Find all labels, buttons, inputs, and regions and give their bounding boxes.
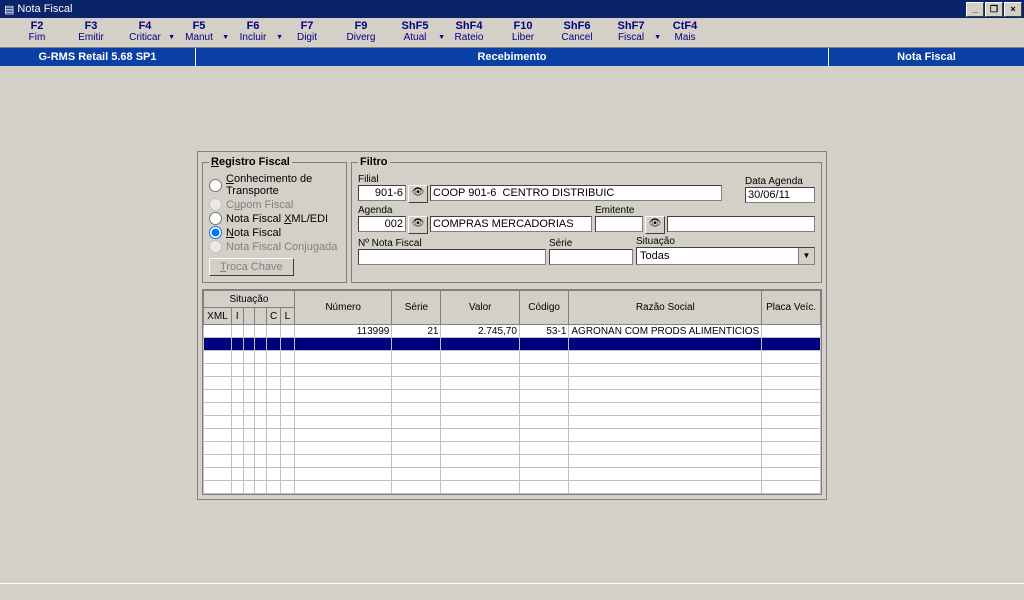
- table-row[interactable]: [204, 390, 821, 403]
- table-row[interactable]: [204, 455, 821, 468]
- restore-button[interactable]: ❐: [985, 2, 1003, 17]
- col-serie[interactable]: Série: [392, 291, 441, 325]
- table-row[interactable]: [204, 377, 821, 390]
- minimize-button[interactable]: _: [966, 2, 984, 17]
- col-valor[interactable]: Valor: [441, 291, 519, 325]
- emitente-label: Emitente: [595, 205, 815, 216]
- col-l[interactable]: L: [281, 308, 295, 325]
- registro-label-3: Nota Fiscal: [226, 227, 281, 239]
- situacao-label: Situação: [636, 236, 815, 247]
- emitente-lookup-icon[interactable]: 👁: [645, 216, 665, 234]
- col-xml[interactable]: XML: [204, 308, 232, 325]
- toolbar-fiscal[interactable]: ShF7Fiscal▼: [604, 20, 658, 43]
- bluebar-right: Nota Fiscal: [829, 48, 1024, 66]
- registro-label-1: Cupom Fiscal: [226, 199, 293, 211]
- registro-radio-3[interactable]: [209, 226, 222, 239]
- table-row[interactable]: [204, 338, 821, 351]
- table-row[interactable]: 113999212.745,7053-1AGRONAN COM PRODS AL…: [204, 325, 821, 338]
- registro-option-0[interactable]: Conhecimento de Transporte: [209, 173, 340, 197]
- toolbar-liber[interactable]: F10Liber: [496, 20, 550, 43]
- serie-input[interactable]: [549, 249, 633, 265]
- filtro-legend: Filtro: [358, 156, 390, 168]
- table-row[interactable]: [204, 442, 821, 455]
- col-situacao[interactable]: Situação: [204, 291, 295, 308]
- col-b2[interactable]: [255, 308, 267, 325]
- registro-label-2: Nota Fiscal XML/EDI: [226, 213, 328, 225]
- emitente-code-input[interactable]: [595, 216, 643, 232]
- table-row[interactable]: [204, 468, 821, 481]
- toolbar-emitir[interactable]: F3Emitir: [64, 20, 118, 43]
- col-numero[interactable]: Número: [294, 291, 392, 325]
- col-razao[interactable]: Razão Social: [569, 291, 762, 325]
- filial-desc-input[interactable]: [430, 185, 722, 201]
- bluebar-left: G-RMS Retail 5.68 SP1: [0, 48, 196, 66]
- registro-radio-0[interactable]: [209, 179, 222, 192]
- serie-label: Série: [549, 238, 633, 249]
- registro-radio-2[interactable]: [209, 212, 222, 225]
- registro-fiscal-group: Registro Fiscal Conhecimento de Transpor…: [202, 156, 347, 283]
- col-codigo[interactable]: Código: [519, 291, 568, 325]
- chevron-down-icon: ▼: [798, 248, 814, 264]
- registro-option-2[interactable]: Nota Fiscal XML/EDI: [209, 212, 340, 225]
- agenda-desc-input[interactable]: [430, 216, 592, 232]
- toolbar: F2FimF3EmitirF4Criticar▼F5Manut▼F6Inclui…: [0, 18, 1024, 48]
- main-panel: Registro Fiscal Conhecimento de Transpor…: [197, 151, 827, 500]
- toolbar-mais[interactable]: CtF4Mais: [658, 20, 712, 43]
- numnota-input[interactable]: [358, 249, 546, 265]
- registro-option-4: Nota Fiscal Conjugada: [209, 240, 340, 253]
- toolbar-cancel[interactable]: ShF6Cancel: [550, 20, 604, 43]
- emitente-desc-input[interactable]: [667, 216, 815, 232]
- dataagenda-input[interactable]: [745, 187, 815, 203]
- dataagenda-label: Data Agenda: [745, 176, 815, 187]
- table-row[interactable]: [204, 351, 821, 364]
- titlebar: ▤ Nota Fiscal _ ❐ ×: [0, 0, 1024, 18]
- bluebar: G-RMS Retail 5.68 SP1 Recebimento Nota F…: [0, 48, 1024, 66]
- table-row[interactable]: [204, 416, 821, 429]
- col-i[interactable]: I: [231, 308, 243, 325]
- title: Nota Fiscal: [17, 3, 72, 15]
- toolbar-atual[interactable]: ShF5Atual▼: [388, 20, 442, 43]
- col-b1[interactable]: [243, 308, 255, 325]
- close-button[interactable]: ×: [1004, 2, 1022, 17]
- table-row[interactable]: [204, 429, 821, 442]
- situacao-select[interactable]: Todas ▼: [636, 247, 815, 265]
- registro-legend: Registro Fiscal: [209, 156, 292, 168]
- filtro-group: Filtro Filial 👁 Data Agenda: [351, 156, 822, 283]
- registro-option-1: Cupom Fiscal: [209, 198, 340, 211]
- col-placa[interactable]: Placa Veíc.: [762, 291, 821, 325]
- table-row[interactable]: [204, 403, 821, 416]
- registro-label-0: Conhecimento de Transporte: [226, 173, 340, 197]
- toolbar-fim[interactable]: F2Fim: [10, 20, 64, 43]
- col-c[interactable]: C: [267, 308, 281, 325]
- registro-label-4: Nota Fiscal Conjugada: [226, 241, 337, 253]
- filial-lookup-icon[interactable]: 👁: [408, 185, 428, 203]
- table-row[interactable]: [204, 481, 821, 494]
- registro-option-3[interactable]: Nota Fiscal: [209, 226, 340, 239]
- filial-code-input[interactable]: [358, 185, 406, 201]
- agenda-lookup-icon[interactable]: 👁: [408, 216, 428, 234]
- registro-radio-1: [209, 198, 222, 211]
- grid[interactable]: Situação Número Série Valor Código Razão…: [202, 289, 822, 495]
- troca-chave-button[interactable]: Troca Chave: [209, 258, 294, 276]
- numnota-label: Nº Nota Fiscal: [358, 238, 546, 249]
- toolbar-criticar[interactable]: F4Criticar▼: [118, 20, 172, 43]
- table-row[interactable]: [204, 364, 821, 377]
- toolbar-manut[interactable]: F5Manut▼: [172, 20, 226, 43]
- toolbar-rateio[interactable]: ShF4Rateio: [442, 20, 496, 43]
- agenda-label: Agenda: [358, 205, 592, 216]
- statusbar: [0, 583, 1024, 600]
- agenda-code-input[interactable]: [358, 216, 406, 232]
- toolbar-digit[interactable]: F7Digit: [280, 20, 334, 43]
- registro-radio-4: [209, 240, 222, 253]
- bluebar-center: Recebimento: [196, 48, 829, 66]
- table-row[interactable]: [204, 494, 821, 496]
- toolbar-diverg[interactable]: F9Diverg: [334, 20, 388, 43]
- toolbar-incluir[interactable]: F6Incluir▼: [226, 20, 280, 43]
- filial-label: Filial: [358, 174, 722, 185]
